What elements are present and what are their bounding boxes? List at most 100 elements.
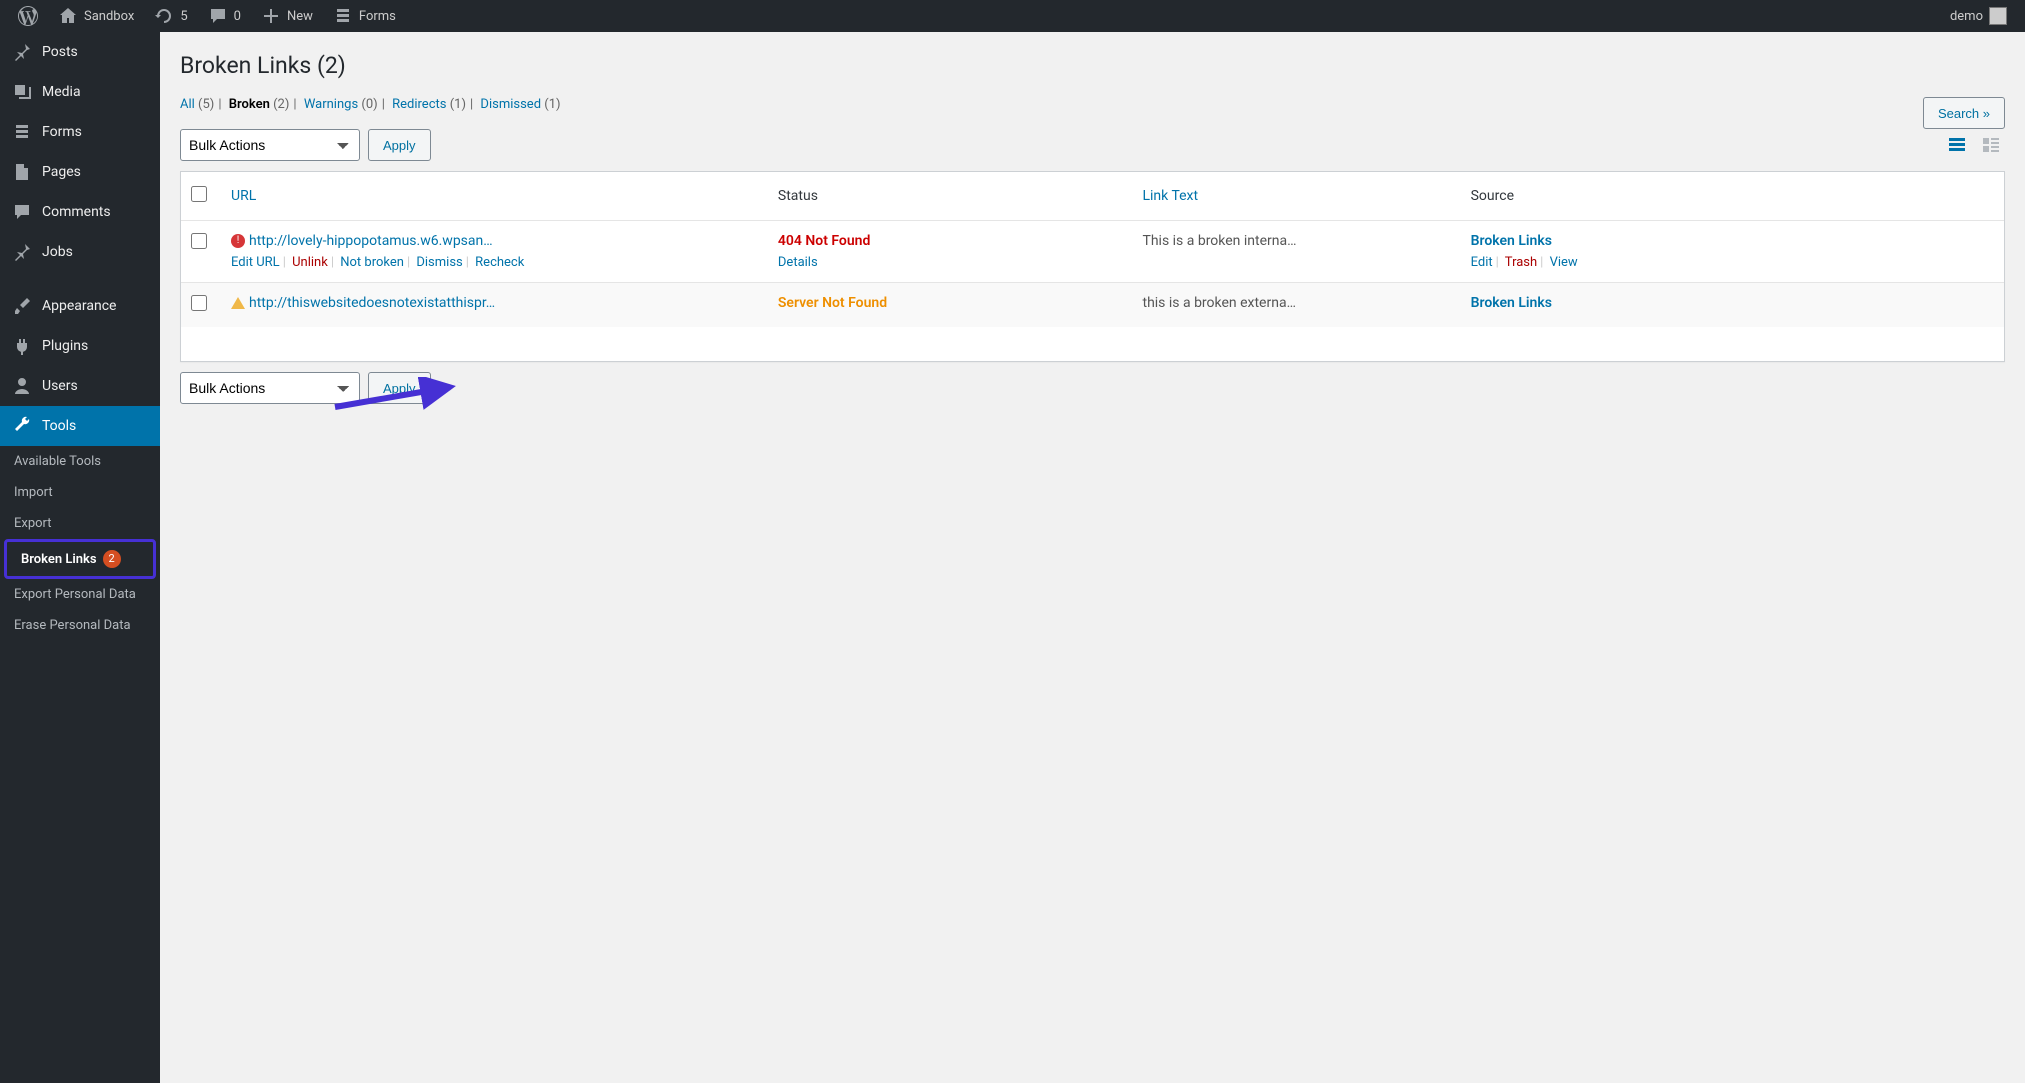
col-header-linktext[interactable]: Link Text bbox=[1132, 172, 1460, 220]
action-edit-url[interactable]: Edit URL bbox=[231, 255, 280, 270]
submenu-erase-personal[interactable]: Erase Personal Data bbox=[0, 610, 160, 641]
filter-broken[interactable]: Broken bbox=[229, 97, 270, 112]
filter-dismissed[interactable]: Dismissed bbox=[480, 97, 541, 112]
adminbar-forms[interactable]: Forms bbox=[323, 0, 406, 32]
status-text: Server Not Found bbox=[778, 295, 887, 311]
row-actions: Edit URL| Unlink| Not broken| Dismiss| R… bbox=[231, 255, 758, 270]
source-link[interactable]: Broken Links bbox=[1471, 233, 1552, 249]
submenu-label: Broken Links bbox=[21, 552, 97, 567]
adminbar-new[interactable]: New bbox=[251, 0, 323, 32]
link-url[interactable]: http://thiswebsitedoesnotexistatthispr… bbox=[249, 295, 495, 311]
action-view[interactable]: View bbox=[1550, 255, 1578, 270]
submenu-broken-links[interactable]: Broken Links2 bbox=[4, 539, 156, 579]
links-table: URL Status Link Text Source !http://love… bbox=[180, 171, 2005, 362]
col-header-url[interactable]: URL bbox=[221, 172, 768, 220]
plug-icon bbox=[12, 336, 32, 356]
home-icon bbox=[58, 6, 78, 26]
sidebar-item-jobs[interactable]: Jobs bbox=[0, 232, 160, 272]
select-all-checkbox[interactable] bbox=[191, 186, 207, 202]
col-header-status: Status bbox=[768, 172, 1133, 220]
wordpress-icon bbox=[18, 6, 38, 26]
site-name-label: Sandbox bbox=[84, 9, 134, 24]
sidebar-item-posts[interactable]: Posts bbox=[0, 32, 160, 72]
adminbar-comments[interactable]: 0 bbox=[198, 0, 251, 32]
bulk-actions-select-bottom[interactable]: Bulk Actions bbox=[180, 372, 360, 404]
forms-icon bbox=[12, 122, 32, 142]
search-button[interactable]: Search » bbox=[1923, 97, 2005, 129]
link-text-cell: This is a broken interna… bbox=[1132, 220, 1460, 282]
table-row-spacer bbox=[181, 327, 2004, 361]
view-list-button[interactable] bbox=[1943, 133, 1971, 157]
submenu-export[interactable]: Export bbox=[0, 508, 160, 539]
updates-count: 5 bbox=[180, 9, 187, 24]
adminbar-site-name[interactable]: Sandbox bbox=[48, 0, 144, 32]
view-switch bbox=[1943, 133, 2005, 157]
comment-icon bbox=[12, 202, 32, 222]
new-label: New bbox=[287, 9, 313, 24]
filter-links: All (5)| Broken (2)| Warnings (0)| Redir… bbox=[180, 97, 1903, 112]
apply-button-bottom[interactable]: Apply bbox=[368, 372, 431, 404]
row-checkbox[interactable] bbox=[191, 233, 207, 249]
user-icon bbox=[12, 376, 32, 396]
view-excerpt-button[interactable] bbox=[1977, 133, 2005, 157]
row-checkbox[interactable] bbox=[191, 295, 207, 311]
page-icon bbox=[12, 162, 32, 182]
action-trash[interactable]: Trash bbox=[1505, 255, 1537, 270]
sidebar-item-users[interactable]: Users bbox=[0, 366, 160, 406]
tablenav-bottom: Bulk Actions Apply bbox=[180, 372, 2005, 404]
wp-logo[interactable] bbox=[8, 0, 48, 32]
pin-icon bbox=[12, 42, 32, 62]
sidebar-item-label: Media bbox=[42, 84, 81, 100]
filter-dismissed-count: (1) bbox=[544, 97, 560, 112]
adminbar-user[interactable]: demo bbox=[1940, 0, 2017, 32]
submenu-available-tools[interactable]: Available Tools bbox=[0, 446, 160, 477]
link-url[interactable]: http://lovely-hippopotamus.w6.wpsan… bbox=[249, 233, 493, 249]
sidebar-item-label: Plugins bbox=[42, 338, 88, 354]
sidebar-item-comments[interactable]: Comments bbox=[0, 192, 160, 232]
forms-label: Forms bbox=[359, 9, 396, 24]
tablenav-top: Bulk Actions Apply bbox=[180, 129, 2005, 161]
sidebar-item-appearance[interactable]: Appearance bbox=[0, 286, 160, 326]
pin-icon bbox=[12, 242, 32, 262]
sidebar-item-plugins[interactable]: Plugins bbox=[0, 326, 160, 366]
sidebar-item-pages[interactable]: Pages bbox=[0, 152, 160, 192]
list-icon bbox=[1947, 135, 1967, 155]
sidebar-item-forms[interactable]: Forms bbox=[0, 112, 160, 152]
filter-all-count: (5) bbox=[198, 97, 214, 112]
table-row: ! http://lovely-hippopotamus.w6.wpsan… Ed… bbox=[181, 220, 2004, 282]
main-content: Broken Links (2) All (5)| Broken (2)| Wa… bbox=[160, 32, 2025, 1083]
excerpt-icon bbox=[1981, 135, 2001, 155]
action-edit[interactable]: Edit bbox=[1471, 255, 1493, 270]
forms-icon bbox=[333, 6, 353, 26]
filter-all[interactable]: All bbox=[180, 97, 195, 112]
action-dismiss[interactable]: Dismiss bbox=[416, 255, 462, 270]
adminbar-updates[interactable]: 5 bbox=[144, 0, 197, 32]
table-row: http://thiswebsitedoesnotexistatthispr… … bbox=[181, 282, 2004, 327]
filter-broken-count: (2) bbox=[273, 97, 289, 112]
action-details[interactable]: Details bbox=[778, 255, 818, 270]
update-icon bbox=[154, 6, 174, 26]
apply-button[interactable]: Apply bbox=[368, 129, 431, 161]
action-not-broken[interactable]: Not broken bbox=[340, 255, 404, 270]
sidebar-item-label: Posts bbox=[42, 44, 78, 60]
admin-bar: Sandbox 5 0 New Forms demo bbox=[0, 0, 2025, 32]
bulk-actions-select[interactable]: Bulk Actions bbox=[180, 129, 360, 161]
sidebar-item-label: Comments bbox=[42, 204, 111, 220]
action-recheck[interactable]: Recheck bbox=[475, 255, 524, 270]
source-link[interactable]: Broken Links bbox=[1471, 295, 1552, 311]
sidebar-item-tools[interactable]: Tools bbox=[0, 406, 160, 446]
error-icon: ! bbox=[231, 234, 245, 248]
filter-redirects-count: (1) bbox=[450, 97, 466, 112]
filter-warnings-count: (0) bbox=[361, 97, 377, 112]
filter-redirects[interactable]: Redirects bbox=[392, 97, 446, 112]
filter-warnings[interactable]: Warnings bbox=[304, 97, 358, 112]
page-title: Broken Links (2) bbox=[180, 52, 2005, 79]
comments-count: 0 bbox=[234, 9, 241, 24]
action-unlink[interactable]: Unlink bbox=[292, 255, 328, 270]
submenu-export-personal[interactable]: Export Personal Data bbox=[0, 579, 160, 610]
sidebar-item-label: Forms bbox=[42, 124, 82, 140]
warning-icon bbox=[231, 297, 245, 309]
avatar-icon bbox=[1989, 7, 2007, 25]
submenu-import[interactable]: Import bbox=[0, 477, 160, 508]
sidebar-item-media[interactable]: Media bbox=[0, 72, 160, 112]
